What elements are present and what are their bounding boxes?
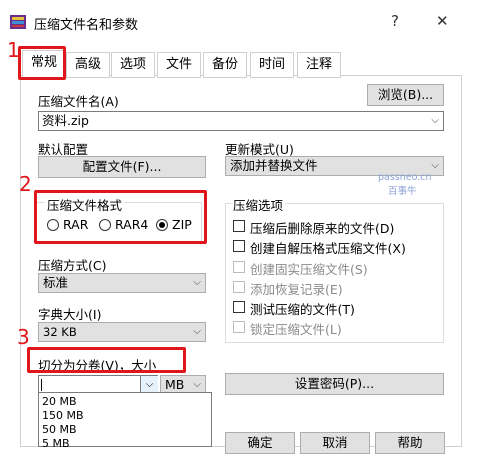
chevron-down-icon: ⌵ xyxy=(431,160,439,171)
tab-files[interactable]: 文件 xyxy=(157,52,202,78)
help-bottom-button[interactable]: 帮助 xyxy=(375,432,445,454)
compression-method-select[interactable]: 标准 ⌵ xyxy=(38,273,206,293)
ok-button[interactable]: 确定 xyxy=(225,432,295,454)
text-cursor xyxy=(41,379,42,391)
close-button[interactable]: ✕ xyxy=(436,12,449,30)
lock-archive-label: 锁定压缩文件(L) xyxy=(250,322,342,337)
profiles-button[interactable]: 配置文件(F)... xyxy=(38,156,206,178)
archive-options-title: 压缩选项 xyxy=(231,195,286,214)
create-sfx-label: 创建自解压格式压缩文件(X) xyxy=(250,241,406,256)
highlight-box-1 xyxy=(18,46,66,80)
help-button[interactable]: ? xyxy=(391,12,399,30)
update-mode-value: 添加并替换文件 xyxy=(230,158,318,173)
test-files-label: 测试压缩的文件(T) xyxy=(250,302,355,317)
chevron-down-icon: ⌵ xyxy=(193,326,201,337)
highlight-box-3 xyxy=(27,347,186,373)
split-size-dropdown-list: 20 MB 150 MB 50 MB 5 MB xyxy=(38,392,212,450)
split-unit-value: MB xyxy=(165,377,185,392)
chevron-down-icon: ⌵ xyxy=(145,379,154,390)
watermark-domain: passneo.cn xyxy=(378,172,432,183)
chevron-down-icon: ⌵ xyxy=(431,115,439,126)
create-solid-checkbox[interactable] xyxy=(233,261,245,273)
delete-after-checkbox[interactable] xyxy=(233,220,245,232)
tab-options[interactable]: 选项 xyxy=(111,52,156,78)
compression-method-label: 压缩方式(C) xyxy=(38,258,107,273)
archive-name-value: 资料.zip xyxy=(42,113,89,128)
archive-name-input[interactable]: 资料.zip ⌵ xyxy=(38,111,444,131)
create-solid-label: 创建固实压缩文件(S) xyxy=(250,262,368,277)
archive-name-label: 压缩文件名(A) xyxy=(38,94,119,109)
split-option-50mb[interactable]: 50 MB xyxy=(42,423,77,436)
window-title: 压缩文件名和参数 xyxy=(34,18,139,33)
browse-button[interactable]: 浏览(B)... xyxy=(367,84,444,106)
annotation-number-2: 2 xyxy=(19,172,32,196)
delete-after-label: 压缩后删除原来的文件(D) xyxy=(250,221,395,236)
dictionary-size-value: 32 KB xyxy=(43,325,77,339)
split-option-5mb[interactable]: 5 MB xyxy=(42,437,70,450)
create-sfx-checkbox[interactable] xyxy=(233,240,245,252)
lock-archive-checkbox[interactable] xyxy=(233,321,245,333)
dictionary-size-label: 字典大小(I) xyxy=(38,307,102,322)
winrar-app-icon xyxy=(10,15,26,29)
watermark-brand: 百事牛 xyxy=(388,186,417,197)
compression-method-value: 标准 xyxy=(43,275,69,290)
recovery-record-checkbox[interactable] xyxy=(233,281,245,293)
dictionary-size-select[interactable]: 32 KB ⌵ xyxy=(38,322,206,342)
set-password-button[interactable]: 设置密码(P)... xyxy=(225,373,444,395)
tab-backup[interactable]: 备份 xyxy=(203,52,248,78)
split-option-150mb[interactable]: 150 MB xyxy=(42,409,84,422)
chevron-down-icon: ⌵ xyxy=(193,277,201,288)
annotation-number-3: 3 xyxy=(17,325,30,349)
test-files-checkbox[interactable] xyxy=(233,301,245,313)
tab-advanced[interactable]: 高级 xyxy=(66,52,111,78)
highlight-box-2 xyxy=(34,190,207,244)
tab-time[interactable]: 时间 xyxy=(250,52,295,78)
split-option-20mb[interactable]: 20 MB xyxy=(42,395,77,408)
cancel-button[interactable]: 取消 xyxy=(300,432,370,454)
recovery-record-label: 添加恢复记录(E) xyxy=(250,282,343,297)
tab-comment[interactable]: 注释 xyxy=(297,52,342,78)
